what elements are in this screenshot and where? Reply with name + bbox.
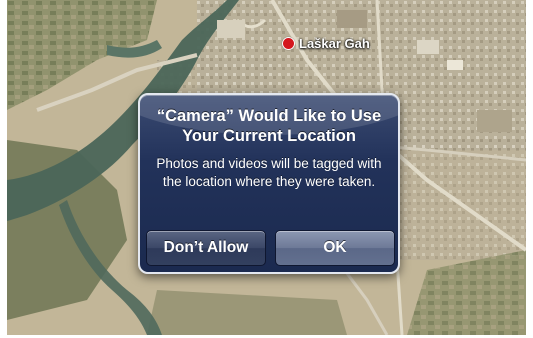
alert-message: Photos and videos will be tagged with th… [156, 156, 382, 189]
ok-button[interactable]: OK [275, 230, 395, 266]
location-pin-icon [282, 36, 295, 50]
map-view[interactable]: Laškar Gah “Camera” Would Like to Use Yo… [7, 0, 526, 335]
place-marker[interactable]: Laškar Gah [282, 35, 370, 51]
dont-allow-button[interactable]: Don’t Allow [146, 230, 266, 266]
alert-title: “Camera” Would Like to Use Your Current … [156, 107, 382, 145]
location-permission-alert: “Camera” Would Like to Use Your Current … [138, 93, 400, 274]
place-label: Laškar Gah [299, 35, 370, 51]
